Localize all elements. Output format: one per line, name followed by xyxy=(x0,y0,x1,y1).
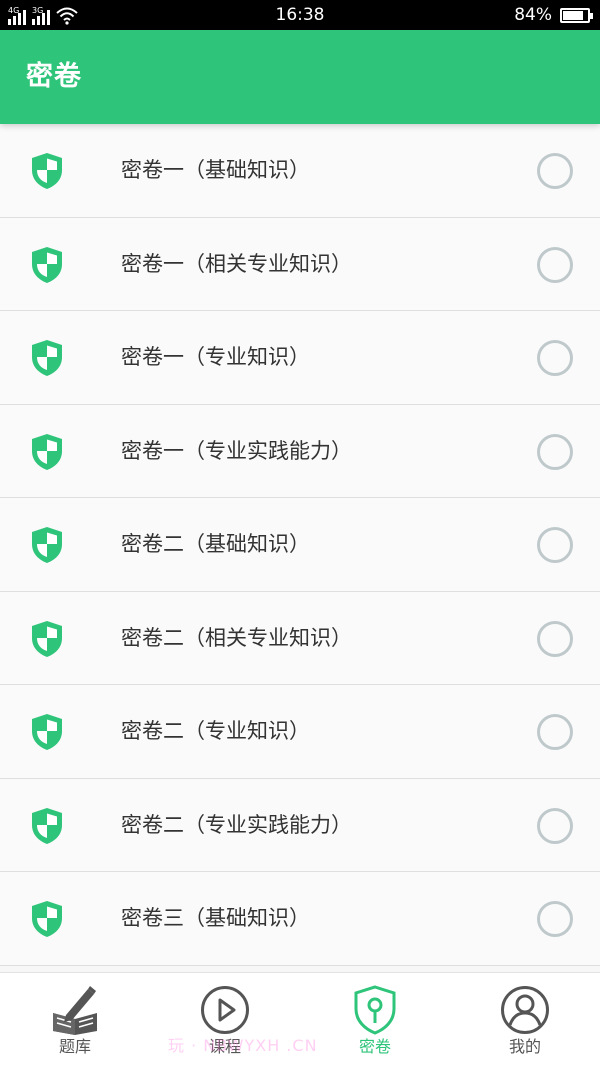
shield-icon xyxy=(32,714,62,750)
select-radio[interactable] xyxy=(537,527,573,563)
shield-icon xyxy=(32,246,62,283)
play-circle-icon xyxy=(201,986,249,1034)
list-item[interactable]: 密卷一（专业知识） xyxy=(0,311,600,405)
select-radio[interactable] xyxy=(537,246,573,283)
nav-label: 我的 xyxy=(508,1037,541,1056)
select-radio[interactable] xyxy=(537,433,573,470)
app-header: 密卷 xyxy=(0,30,600,124)
list-item[interactable]: 密卷一（专业实践能力） xyxy=(0,404,600,498)
shield-icon xyxy=(32,620,62,657)
nav-label: 题库 xyxy=(58,1037,91,1056)
battery-icon xyxy=(560,7,593,23)
user-circle-icon xyxy=(501,986,549,1034)
list-item[interactable]: 密卷二（基础知识） xyxy=(0,498,600,592)
nav-item-question-bank[interactable]: 题库 xyxy=(0,973,150,1067)
list-item[interactable]: 密卷一（基础知识） xyxy=(0,124,600,218)
list-item[interactable]: 密卷三（基础知识） xyxy=(0,872,600,966)
list-item[interactable]: 密卷二（相关专业知识） xyxy=(0,591,600,685)
nav-label: 密卷 xyxy=(358,1037,391,1056)
list-item[interactable]: 密卷一（相关专业知识） xyxy=(0,217,600,311)
battery-fill xyxy=(563,10,584,20)
nav-item-mine[interactable]: 我的 xyxy=(450,973,600,1067)
shield-icon xyxy=(32,340,62,376)
list-item-label: 密卷二（专业知识） xyxy=(121,719,310,743)
list-item[interactable]: 密卷二（专业知识） xyxy=(0,685,600,779)
battery-status: 84% xyxy=(514,5,593,25)
book-pen-icon xyxy=(53,986,97,1035)
list-item-label: 密卷二（专业实践能力） xyxy=(121,812,352,837)
battery-percent: 84% xyxy=(514,5,552,25)
list-item[interactable]: 密卷二（专业实践能力） xyxy=(0,778,600,872)
watermark: 玩 · NBWYXH .CN xyxy=(168,1036,318,1055)
shield-icon xyxy=(32,153,62,189)
select-radio[interactable] xyxy=(537,714,573,750)
list-item-label: 密卷一（基础知识） xyxy=(121,158,310,182)
status-time: 16:38 xyxy=(275,5,325,25)
list-item-label: 密卷一（专业实践能力） xyxy=(121,438,352,463)
select-radio[interactable] xyxy=(537,620,573,657)
select-radio[interactable] xyxy=(537,340,573,376)
status-bar: 4G 3G 16:38 84% xyxy=(0,0,600,30)
list-item-label: 密卷二（相关专业知识） xyxy=(121,625,352,650)
paper-list: 密卷一（基础知识） 密卷一（相关专业知识） 密卷一（专业知识） 密卷一（专业实践… xyxy=(0,124,600,972)
shield-icon xyxy=(32,527,62,563)
list-item-label: 密卷三（基础知识） xyxy=(121,906,310,930)
page-title: 密卷 xyxy=(26,61,82,92)
select-radio[interactable] xyxy=(537,153,573,189)
shield-icon xyxy=(32,433,62,470)
list-item-label: 密卷一（专业知识） xyxy=(121,345,310,369)
shield-key-icon xyxy=(354,985,396,1035)
list-item-label: 密卷二（基础知识） xyxy=(121,532,310,556)
shield-icon xyxy=(32,807,62,844)
shield-icon xyxy=(32,901,62,937)
nav-item-secret-paper[interactable]: 密卷 xyxy=(300,973,450,1067)
select-radio[interactable] xyxy=(537,901,573,937)
list-item-label: 密卷一（相关专业知识） xyxy=(121,251,352,276)
select-radio[interactable] xyxy=(537,807,573,844)
